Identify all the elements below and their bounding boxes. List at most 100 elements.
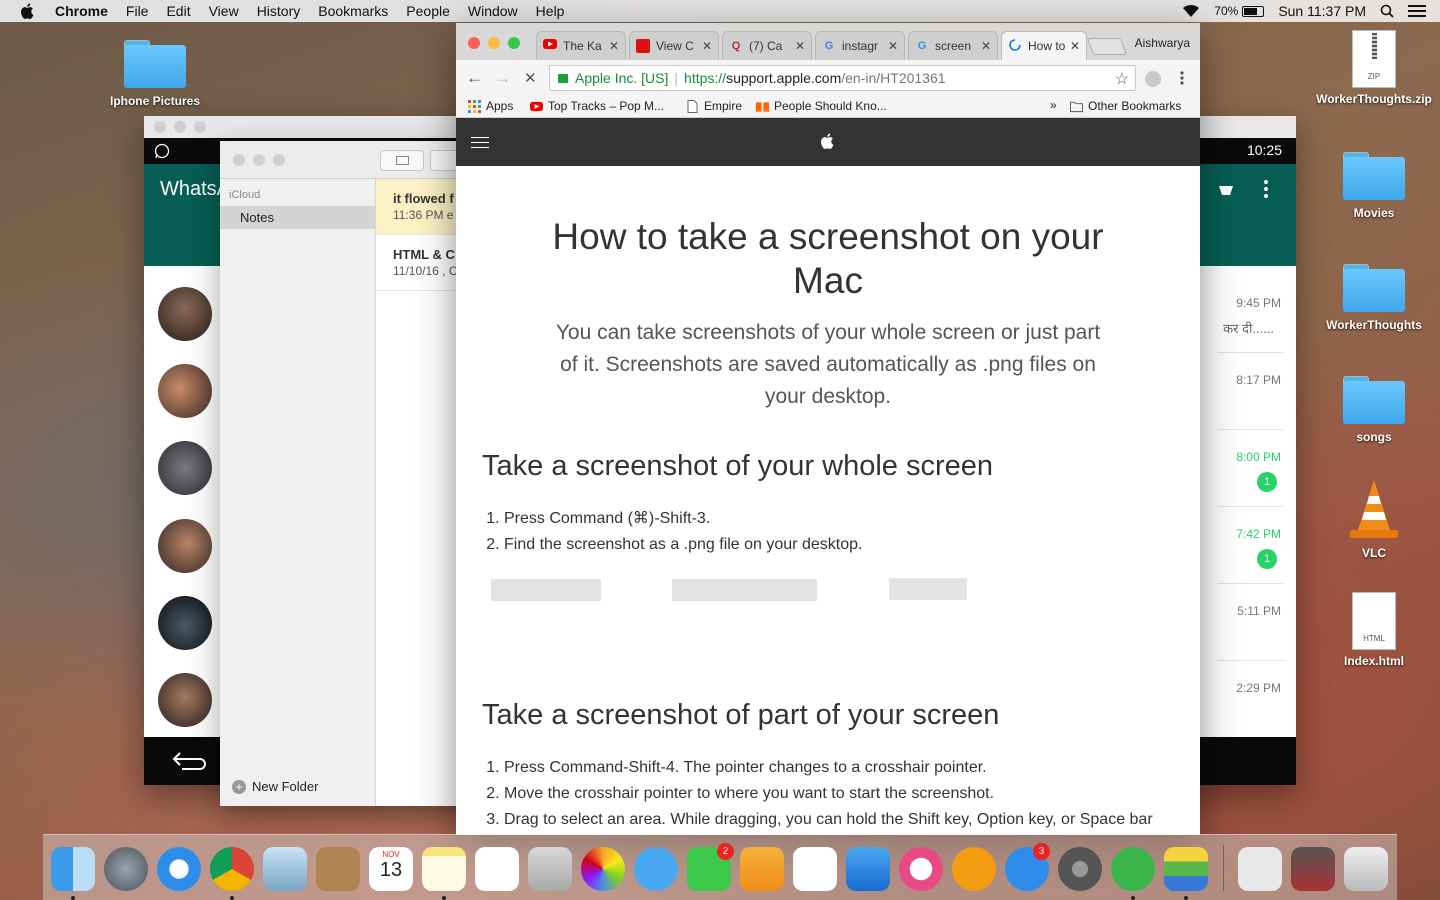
- minimize-button[interactable]: [488, 37, 500, 49]
- chrome-menu-icon[interactable]: [1180, 71, 1184, 85]
- tab-youtube[interactable]: The Ka ✕: [536, 31, 626, 60]
- battery-icon[interactable]: [1242, 5, 1265, 17]
- spotlight-icon[interactable]: [1380, 4, 1394, 18]
- bookmark-empire[interactable]: Empire: [686, 99, 742, 113]
- downloads-stack-icon[interactable]: [1238, 847, 1282, 891]
- menu-app-name[interactable]: Chrome: [55, 3, 108, 19]
- messages-icon[interactable]: [634, 847, 678, 891]
- bookmark-people-should-know[interactable]: People Should Kno...: [756, 99, 887, 113]
- menu-view[interactable]: View: [209, 3, 239, 19]
- close-tab-icon[interactable]: ✕: [1070, 39, 1080, 53]
- launchpad-icon[interactable]: [104, 847, 148, 891]
- chat-time: 7:42 PM: [1236, 527, 1281, 541]
- keynote-icon[interactable]: [846, 847, 890, 891]
- maximize-button[interactable]: [508, 37, 520, 49]
- desktop-file-index-html[interactable]: HTML Index.html: [1314, 592, 1434, 668]
- menu-history[interactable]: History: [257, 3, 301, 19]
- apple-logo-icon[interactable]: [819, 130, 837, 152]
- maximize-button[interactable]: [194, 121, 206, 133]
- apple-menu-icon[interactable]: [19, 2, 37, 20]
- ibooks-icon[interactable]: [952, 847, 996, 891]
- avatar[interactable]: [158, 519, 212, 573]
- tab-apple-support[interactable]: How to ✕: [1001, 31, 1087, 60]
- desktop-folder-songs[interactable]: songs: [1314, 376, 1434, 444]
- menu-file[interactable]: File: [126, 3, 149, 19]
- tab-view[interactable]: View C ✕: [629, 31, 719, 60]
- close-tab-icon[interactable]: ✕: [981, 39, 991, 53]
- forward-icon[interactable]: →: [494, 68, 511, 88]
- screenshots-stack-icon[interactable]: [1291, 847, 1335, 891]
- back-icon[interactable]: ←: [466, 68, 483, 88]
- bookmark-top-tracks[interactable]: Top Tracks – Pop M...: [530, 99, 664, 113]
- sidebar-toggle-icon[interactable]: [380, 150, 424, 171]
- notification-center-icon[interactable]: [1408, 4, 1426, 18]
- menu-edit[interactable]: Edit: [166, 3, 190, 19]
- menu-bookmarks[interactable]: Bookmarks: [318, 3, 388, 19]
- skype-extension-icon[interactable]: [1145, 71, 1161, 87]
- more-options-icon[interactable]: [1263, 180, 1269, 198]
- new-chat-icon[interactable]: [1218, 184, 1234, 196]
- desktop-folder-workerthoughts[interactable]: WorkerThoughts: [1314, 264, 1434, 332]
- chat-time: 8:00 PM: [1236, 450, 1281, 464]
- pages-icon[interactable]: [740, 847, 784, 891]
- close-button[interactable]: [468, 37, 480, 49]
- image-placeholder: [672, 579, 817, 601]
- bookmark-star-icon[interactable]: ☆: [1115, 69, 1129, 89]
- profile-name[interactable]: Aishwarya: [1135, 36, 1190, 50]
- wifi-icon[interactable]: [1182, 4, 1200, 18]
- close-tab-icon[interactable]: ✕: [702, 39, 712, 53]
- plus-icon: +: [232, 780, 246, 794]
- preview-icon[interactable]: [263, 847, 307, 891]
- itunes-icon[interactable]: [899, 847, 943, 891]
- avatar[interactable]: [158, 441, 212, 495]
- avatar[interactable]: [158, 364, 212, 418]
- photos-icon[interactable]: [581, 847, 625, 891]
- desktop-folder-movies[interactable]: Movies: [1314, 152, 1434, 220]
- menu-icon[interactable]: [471, 137, 489, 152]
- new-tab-button[interactable]: [1086, 38, 1128, 55]
- close-tab-icon[interactable]: ✕: [888, 39, 898, 53]
- tab-google-instagram[interactable]: G instagr ✕: [815, 31, 905, 60]
- close-tab-icon[interactable]: ✕: [609, 39, 619, 53]
- photo-booth-icon[interactable]: [528, 847, 572, 891]
- maximize-button[interactable]: [273, 154, 285, 166]
- close-button[interactable]: [154, 121, 166, 133]
- avatar[interactable]: [158, 287, 212, 341]
- menu-clock[interactable]: Sun 11:37 PM: [1278, 3, 1366, 19]
- reminders-icon[interactable]: [475, 847, 519, 891]
- desktop-app-vlc[interactable]: VLC: [1314, 478, 1434, 560]
- avatar[interactable]: [158, 673, 212, 727]
- bluestacks-icon[interactable]: [1164, 847, 1208, 891]
- youtube-icon: [530, 101, 543, 111]
- minimize-button[interactable]: [174, 121, 186, 133]
- trash-icon[interactable]: [1344, 847, 1388, 891]
- address-bar[interactable]: Apple Inc. [US] | https://support.apple.…: [549, 65, 1136, 91]
- tab-quora[interactable]: Q (7) Ca ✕: [722, 31, 812, 60]
- chrome-icon[interactable]: [210, 847, 254, 891]
- tab-google-screenshot[interactable]: G screen ✕: [908, 31, 998, 60]
- menu-people[interactable]: People: [406, 3, 450, 19]
- numbers-icon[interactable]: [793, 847, 837, 891]
- notes-icon[interactable]: [422, 847, 466, 891]
- minimize-button[interactable]: [253, 154, 265, 166]
- close-button[interactable]: [233, 154, 245, 166]
- sidebar-item-notes[interactable]: Notes: [220, 206, 375, 229]
- back-arrow-icon[interactable]: [172, 751, 208, 771]
- close-tab-icon[interactable]: ✕: [795, 39, 805, 53]
- system-preferences-icon[interactable]: [1058, 847, 1102, 891]
- stop-icon[interactable]: ✕: [524, 69, 537, 87]
- menu-help[interactable]: Help: [536, 3, 565, 19]
- desktop-file-workerthoughts-zip[interactable]: ZIP WorkerThoughts.zip: [1314, 30, 1434, 106]
- bookmark-other-bookmarks[interactable]: Other Bookmarks: [1070, 99, 1181, 113]
- bookmark-apps[interactable]: Apps: [468, 99, 513, 113]
- calendar-icon[interactable]: NOV 13: [369, 847, 413, 891]
- utorrent-icon[interactable]: [1111, 847, 1155, 891]
- finder-icon[interactable]: [51, 847, 95, 891]
- desktop-folder-iphone-pictures[interactable]: Iphone Pictures: [95, 40, 215, 108]
- menu-window[interactable]: Window: [468, 3, 518, 19]
- new-folder-button[interactable]: + New Folder: [232, 779, 318, 794]
- avatar[interactable]: [158, 596, 212, 650]
- contacts-icon[interactable]: [316, 847, 360, 891]
- safari-icon[interactable]: [157, 847, 201, 891]
- bookmarks-overflow-icon[interactable]: »: [1050, 98, 1057, 112]
